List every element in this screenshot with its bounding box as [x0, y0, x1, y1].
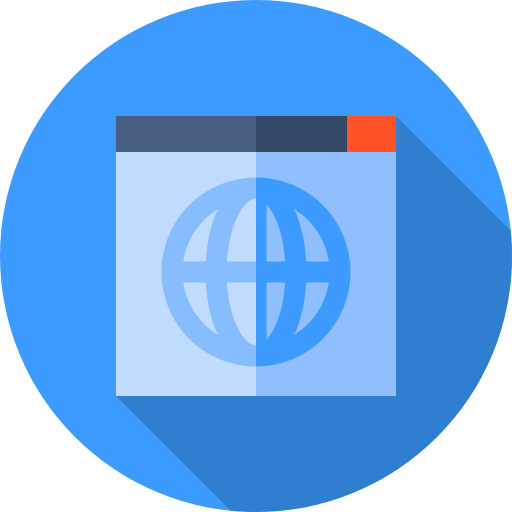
titlebar-right	[256, 116, 347, 152]
titlebar-left	[116, 116, 256, 152]
web-browser-globe-icon	[0, 0, 512, 512]
app-icon-canvas	[0, 0, 512, 512]
close-button	[347, 116, 396, 152]
